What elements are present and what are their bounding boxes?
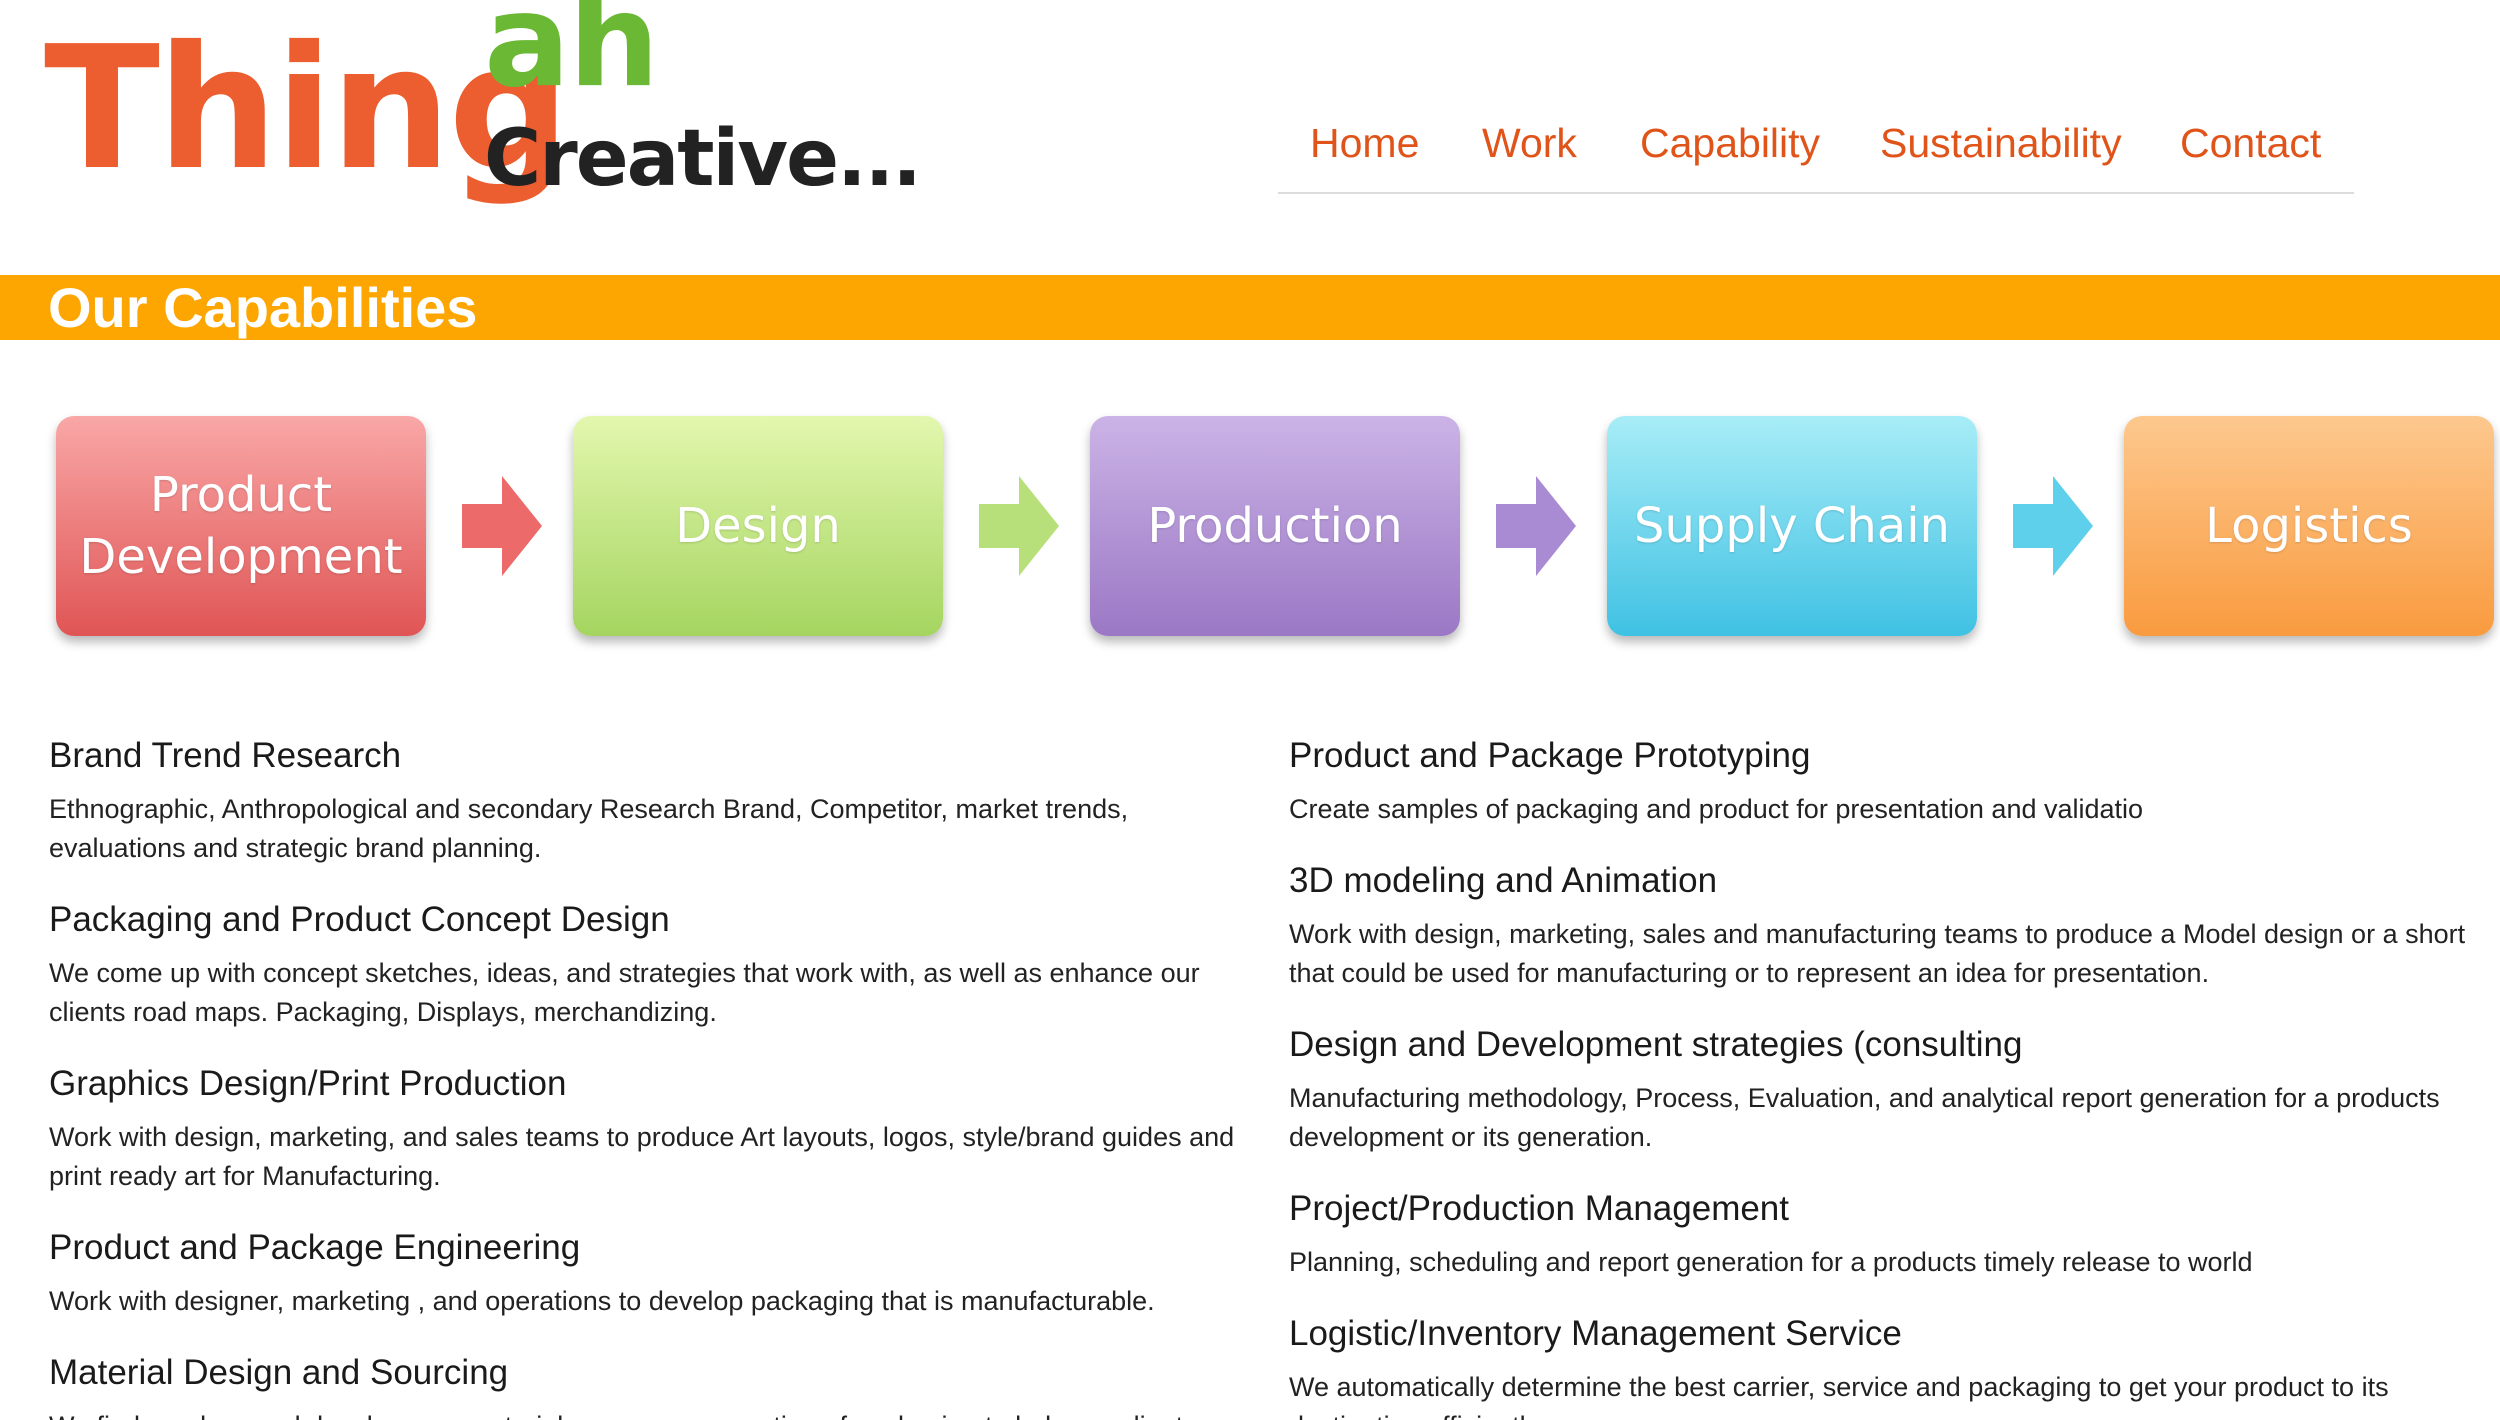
capability-item: Product and Package Prototyping Create s… (1289, 734, 2479, 829)
capability-description: Planning, scheduling and report generati… (1289, 1247, 2253, 1277)
capability-item: Graphics Design/Print Production Work wi… (49, 1062, 1239, 1196)
capability-description: We automatically determine the best carr… (1289, 1372, 2389, 1420)
capability-title: Logistic/Inventory Management Service (1289, 1314, 1902, 1353)
nav-item-capability[interactable]: Capability (1640, 120, 1820, 167)
section-banner: Our Capabilities (0, 275, 2500, 340)
logo-text-creative: Creative... (484, 114, 922, 204)
capability-description: Manufacturing methodology, Process, Eval… (1289, 1083, 2440, 1152)
capability-item: Material Design and Sourcing We find, an… (49, 1351, 1239, 1420)
process-step-label: Supply Chain (1634, 498, 1950, 554)
capability-item: Project/Production Management Planning, … (1289, 1187, 2479, 1282)
capability-title: Product and Package Engineering (49, 1228, 581, 1267)
process-step-label: Production (1147, 498, 1403, 554)
capability-description: Work with design, marketing, and sales t… (49, 1122, 1235, 1191)
process-step-logistics: Logistics (2124, 416, 2494, 636)
capability-description: We come up with concept sketches, ideas,… (49, 958, 1200, 1027)
capability-item: Logistic/Inventory Management Service We… (1289, 1312, 2479, 1420)
capability-description: Create samples of packaging and product … (1289, 794, 2144, 824)
capabilities-right-column: Product and Package Prototyping Create s… (1289, 734, 2479, 1420)
process-step-product-development: Product Development (56, 416, 426, 636)
capability-item: Packaging and Product Concept Design We … (49, 898, 1239, 1032)
nav-item-home[interactable]: Home (1310, 120, 1419, 167)
capability-description: Work with designer, marketing , and oper… (49, 1286, 1155, 1316)
capability-title: Graphics Design/Print Production (49, 1064, 567, 1103)
capability-title: Project/Production Management (1289, 1189, 1789, 1228)
arrow-right-icon (979, 476, 1059, 576)
capability-description: We find, analyze and develop new materia… (49, 1407, 1239, 1420)
arrow-right-icon (2013, 476, 2093, 576)
capability-title: Design and Development strategies (consu… (1289, 1025, 2023, 1064)
capability-title: Material Design and Sourcing (49, 1353, 509, 1392)
capability-title: Packaging and Product Concept Design (49, 900, 670, 939)
capability-title: 3D modeling and Animation (1289, 861, 1718, 900)
nav-item-sustainability[interactable]: Sustainability (1880, 120, 2122, 167)
capability-title: Brand Trend Research (49, 736, 402, 775)
capabilities-left-column: Brand Trend Research Ethnographic, Anthr… (49, 734, 1239, 1420)
process-step-label: Product Development (79, 467, 403, 585)
capability-item: Design and Development strategies (consu… (1289, 1023, 2479, 1157)
section-title: Our Capabilities (48, 276, 478, 339)
logo-text-ah: ah (484, 0, 659, 116)
site-logo[interactable]: Thing ah Creative... (44, 0, 922, 240)
process-step-supply-chain: Supply Chain (1607, 416, 1977, 636)
capability-title: Product and Package Prototyping (1289, 736, 1811, 775)
capability-item: 3D modeling and Animation Work with desi… (1289, 859, 2479, 993)
process-step-label: Design (675, 498, 841, 554)
arrow-right-icon (1496, 476, 1576, 576)
process-step-label: Logistics (2205, 498, 2413, 554)
capability-item: Product and Package Engineering Work wit… (49, 1226, 1239, 1321)
process-step-production: Production (1090, 416, 1460, 636)
capability-description: Ethnographic, Anthropological and second… (49, 794, 1129, 863)
process-flow: Product Development Design Production Su… (0, 410, 2500, 650)
capability-item: Brand Trend Research Ethnographic, Anthr… (49, 734, 1239, 868)
nav-item-contact[interactable]: Contact (2180, 120, 2321, 167)
nav-item-work[interactable]: Work (1482, 120, 1577, 167)
capability-description: Work with design, marketing, sales and m… (1289, 919, 2466, 988)
arrow-right-icon (462, 476, 542, 576)
main-nav: Home Work Capability Sustainability Cont… (1278, 112, 2354, 194)
process-step-design: Design (573, 416, 943, 636)
page: Thing ah Creative... Home Work Capabilit… (0, 0, 2500, 1420)
